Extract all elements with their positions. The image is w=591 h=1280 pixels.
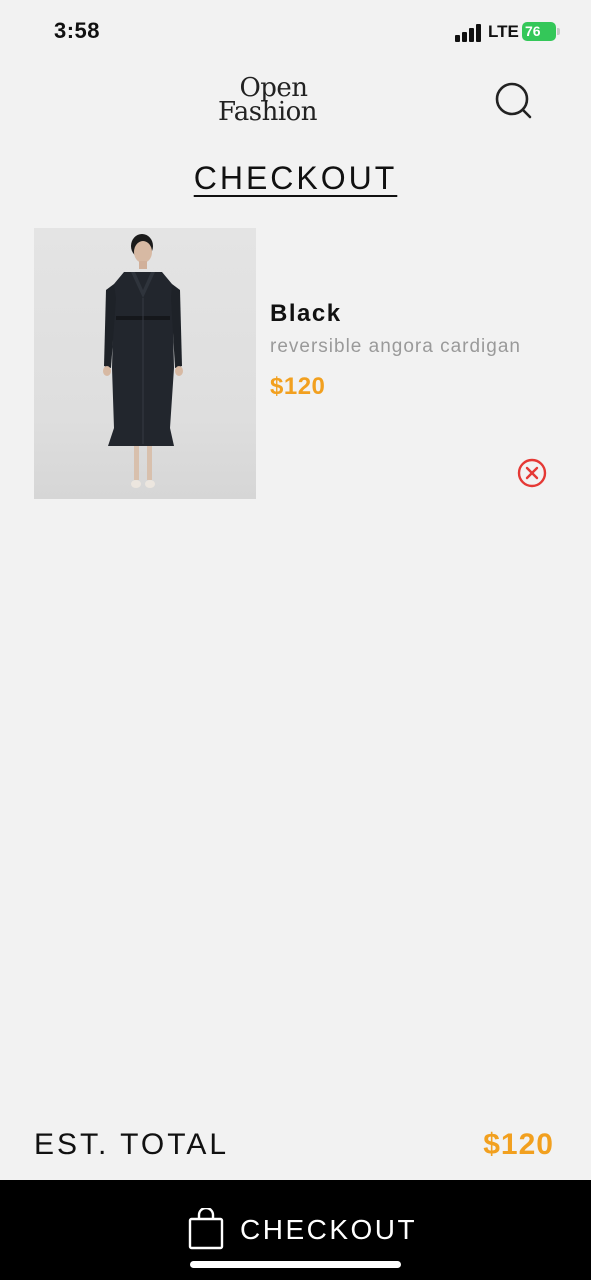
battery-icon: 76 bbox=[522, 22, 562, 42]
close-circle-icon bbox=[517, 458, 547, 488]
product-name: reversible angora cardigan bbox=[270, 336, 521, 357]
status-bar: 3:58 LTE 76 bbox=[0, 0, 591, 62]
search-icon bbox=[495, 82, 532, 119]
product-image[interactable] bbox=[34, 228, 256, 499]
home-indicator bbox=[190, 1261, 401, 1268]
product-photo bbox=[103, 234, 183, 488]
battery-level: 76 bbox=[522, 22, 556, 41]
battery-tip bbox=[557, 28, 560, 35]
status-time: 3:58 bbox=[54, 18, 101, 43]
checkout-button[interactable]: CHECKOUT bbox=[0, 1180, 591, 1280]
page-title: CHECKOUT bbox=[0, 160, 591, 197]
page-title-text: CHECKOUT bbox=[193, 160, 398, 196]
estimated-total-row: EST. TOTAL $120 bbox=[34, 1128, 554, 1168]
search-button[interactable] bbox=[490, 78, 538, 126]
brand-logo[interactable]: Open Fashion bbox=[205, 75, 330, 130]
network-type: LTE bbox=[488, 22, 519, 41]
product-price: $120 bbox=[270, 373, 326, 400]
total-label: EST. TOTAL bbox=[34, 1128, 230, 1161]
cellular-signal-icon bbox=[455, 24, 481, 42]
brand-logo-line-fashion: Fashion bbox=[217, 97, 318, 127]
checkout-button-label: CHECKOUT bbox=[240, 1214, 418, 1245]
shopping-bag-icon bbox=[188, 1208, 224, 1250]
total-value: $120 bbox=[483, 1128, 554, 1161]
cart-item[interactable]: Black reversible angora cardigan $120 bbox=[34, 228, 558, 500]
remove-item-button[interactable] bbox=[516, 457, 548, 489]
product-color: Black bbox=[270, 300, 342, 327]
